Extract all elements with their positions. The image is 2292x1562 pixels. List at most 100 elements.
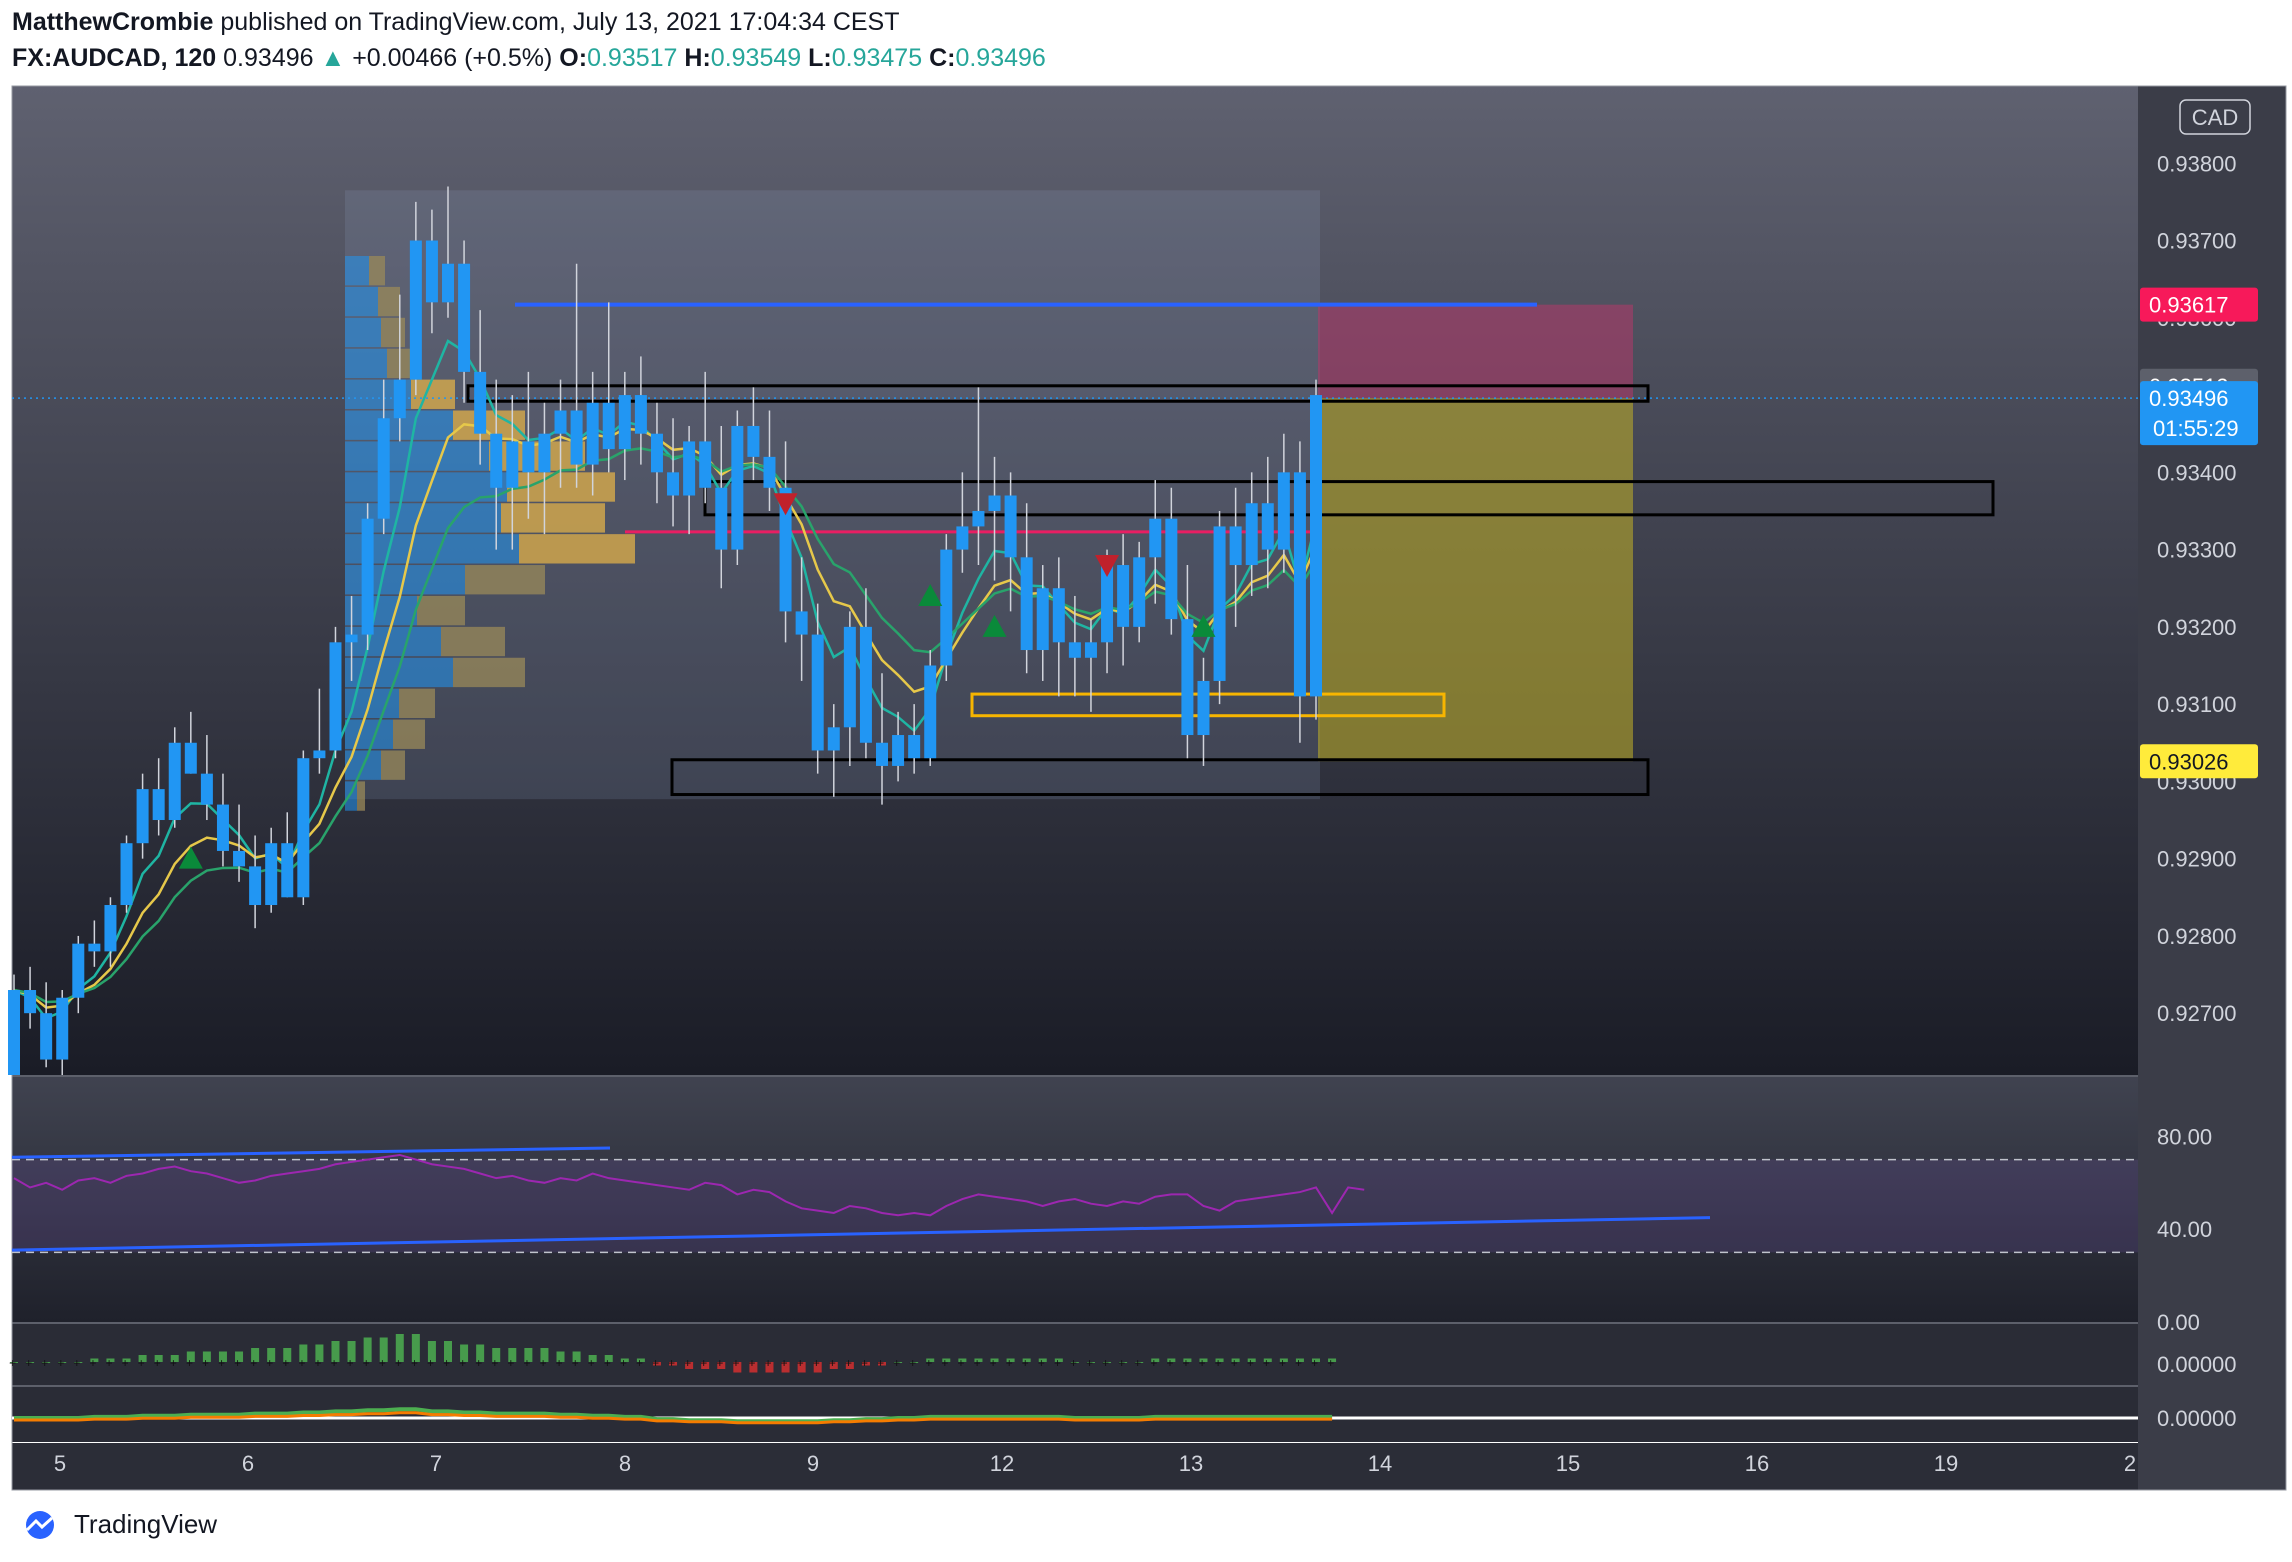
candle-body [200,773,213,805]
oscillator-dot: + [57,1357,64,1371]
oscillator-dot: + [764,1357,771,1371]
time-axis-tick: 13 [1179,1451,1203,1476]
candle-body [56,997,69,1060]
oscillator-dot: + [411,1357,418,1371]
candle-body [425,240,438,303]
candle-body [602,402,615,450]
candle-body [393,379,406,419]
candle-body [1084,642,1097,658]
time-axis-tick: 12 [990,1451,1014,1476]
stop-loss-zone [1318,304,1633,399]
oscillator-dot: + [1166,1357,1173,1371]
candle-body [72,943,85,998]
take-profit-zone [1318,398,1633,762]
oscillator-dot: + [25,1357,32,1371]
oscillator-dot: + [202,1357,209,1371]
oscillator-dot: + [427,1357,434,1371]
candle-body [1004,495,1017,558]
candle-body [763,456,776,488]
oscillator-dot: + [1263,1357,1270,1371]
candle-body [1052,588,1065,643]
oscillator-dot: + [957,1357,964,1371]
candle-body [1293,472,1306,697]
oscillator-dot: + [186,1357,193,1371]
candle-body [168,742,181,821]
oscillator-dot: + [73,1357,80,1371]
candle-body [956,526,969,550]
oscillator-dot: + [170,1357,177,1371]
oscillator-dot: + [1279,1357,1286,1371]
candle-body [184,742,197,774]
candle-body [1310,395,1322,697]
volume-profile-bar [345,348,387,379]
candle-body [667,472,680,496]
time-axis-tick: 19 [1934,1451,1958,1476]
candle-body [361,518,374,635]
oscillator-dot: + [1150,1357,1157,1371]
brand-name: TradingView [74,1509,218,1539]
candle-body [474,371,487,434]
oscillator-dot: + [620,1357,627,1371]
price-axis-tick: 0.92700 [2157,1001,2237,1026]
candle-body [104,905,117,952]
oscillator-dot: + [1247,1357,1254,1371]
oscillator-dot: + [684,1357,691,1371]
candle-body [506,441,519,488]
candle-body [345,634,358,643]
oscillator-dot: + [1327,1357,1334,1371]
oscillator-dot: + [909,1357,916,1371]
oscillator-dot: + [877,1357,884,1371]
chart-canvas[interactable]: 0.938000.937000.936000.935000.934000.933… [0,0,2292,1562]
oscillator-dot: + [1054,1357,1061,1371]
volume-profile-bar [345,317,381,348]
oscillator-dot: + [234,1357,241,1371]
price-axis-tick: 0.93100 [2157,692,2237,717]
oscillator-dot: + [395,1357,402,1371]
candle-body [136,789,149,844]
oscillator-dot: + [41,1357,48,1371]
candle-body [538,433,551,473]
candle-body [409,240,422,380]
candle-body [747,425,760,457]
volume-profile-bar [357,781,365,811]
oscillator-dot: + [829,1357,836,1371]
time-axis-tick: 7 [430,1451,442,1476]
oscillator-dot: + [138,1357,145,1371]
volume-profile-bar [369,255,385,286]
oscillator-dot: + [363,1357,370,1371]
volume-profile-bar [345,441,489,471]
candle-body [40,1013,53,1060]
candle-body [490,433,503,488]
volume-profile-bar [345,626,441,657]
oscillator-dot: + [893,1357,900,1371]
oscillator-dot: + [250,1357,257,1371]
oscillator-dot: + [218,1357,225,1371]
candle-body [1245,503,1258,566]
time-axis-tick: 8 [619,1451,631,1476]
oscillator-dot: + [781,1357,788,1371]
time-axis-tick: 6 [242,1451,254,1476]
candle-body [554,410,567,434]
oscillator-dot: + [700,1357,707,1371]
candle-body [120,843,133,906]
candle-body [24,990,37,1014]
rsi-band [12,1159,2138,1253]
candle-body [650,433,663,473]
candle-body [522,441,535,473]
oscillator-dot: + [748,1357,755,1371]
candle-body [1020,557,1033,651]
oscillator-dot: + [443,1357,450,1371]
candle-body [297,758,310,898]
oscillator-dot: + [266,1357,273,1371]
oscillator-dot: + [1038,1357,1045,1371]
volume-profile-bar [519,534,635,564]
oscillator-dot: + [475,1357,482,1371]
oscillator-dot: + [1006,1357,1013,1371]
price-axis-tick: 0.93400 [2157,460,2237,485]
volume-profile-bar [417,595,465,626]
volume-profile-bar [345,255,369,286]
oscillator-dot: + [925,1357,932,1371]
tradingview-logo[interactable]: TradingView [14,1509,217,1540]
time-axis-background [12,1443,2138,1490]
candle-body [1213,526,1226,681]
